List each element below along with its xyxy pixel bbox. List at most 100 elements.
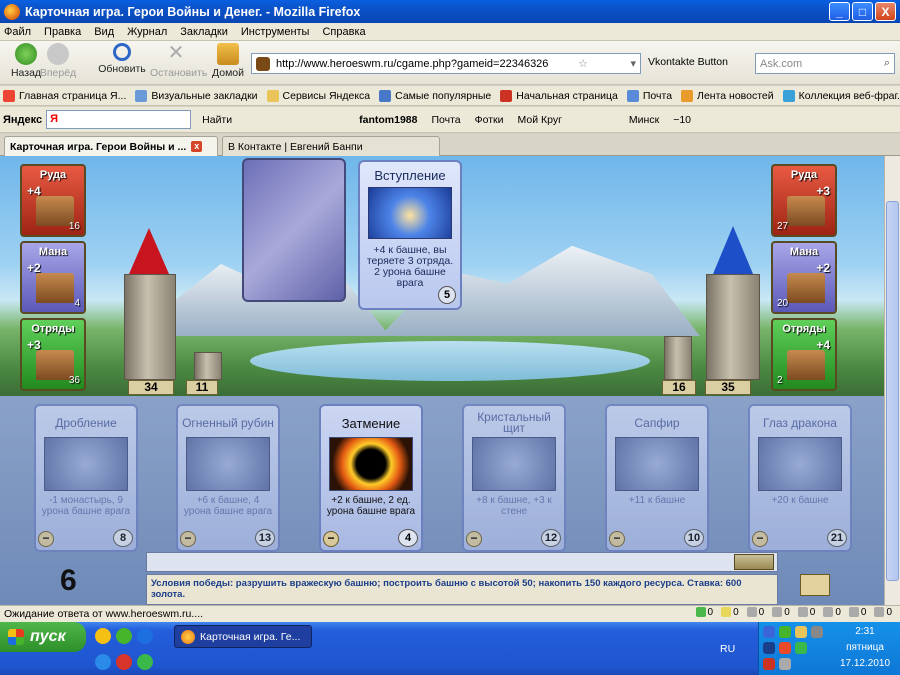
- yandex-city[interactable]: Минск: [629, 114, 659, 126]
- tab-close-icon[interactable]: x: [191, 141, 203, 152]
- tab-card-game[interactable]: Карточная игра. Герои Войны и ... x: [4, 136, 218, 156]
- clock-date: 17.12.2010: [839, 658, 891, 669]
- hand-card-5[interactable]: Сапфир +11 к башне −10: [605, 404, 709, 552]
- card-art: [186, 437, 270, 491]
- bookmark-popular[interactable]: Самые популярные: [379, 89, 491, 102]
- right-resource-troops: Отряды +4 2: [771, 318, 837, 391]
- search-icon[interactable]: ⌕: [884, 57, 890, 70]
- bookmark-news[interactable]: Лента новостей: [681, 89, 774, 102]
- discard-button[interactable]: −: [466, 531, 482, 547]
- yandex-mykrug[interactable]: Мой Круг: [518, 114, 562, 126]
- home-button[interactable]: Домой: [202, 43, 254, 79]
- yandex-temp[interactable]: −10: [673, 114, 691, 126]
- bookmark-webslices[interactable]: Коллекция веб-фраг...: [782, 89, 900, 102]
- right-tower-height: 35: [705, 380, 751, 395]
- bookmark-services[interactable]: Сервисы Яндекса: [266, 89, 370, 102]
- hand-card-4[interactable]: Кристальный щит +8 к башне, +3 к стене −…: [462, 404, 566, 552]
- addon-counter-1[interactable]: 0: [695, 607, 713, 618]
- search-input[interactable]: Ask.com ⌕: [755, 53, 895, 74]
- quicklaunch-icon[interactable]: [137, 654, 153, 670]
- monastery-icon: [787, 273, 825, 303]
- menu-bookmarks[interactable]: Закладки: [180, 26, 228, 38]
- yandex-find-button[interactable]: Найти: [202, 114, 232, 126]
- menu-view[interactable]: Вид: [94, 26, 114, 38]
- yandex-mail[interactable]: Почта: [431, 114, 460, 126]
- bookmark-visual[interactable]: Визуальные закладки: [135, 89, 258, 102]
- card-cost: 21: [827, 529, 847, 547]
- card-cost: 12: [541, 529, 561, 547]
- left-tower-height: 34: [128, 380, 174, 395]
- taskbar-item-firefox[interactable]: Карточная игра. Ге...: [174, 625, 312, 648]
- discard-button[interactable]: −: [609, 531, 625, 547]
- play-arrow-icon[interactable]: [734, 554, 774, 570]
- page-scrollbar[interactable]: [884, 156, 900, 605]
- hand-card-2[interactable]: Огненный рубин +6 к башне, 4 урона башне…: [176, 404, 280, 552]
- close-button[interactable]: X: [875, 2, 896, 21]
- addon-counter-3[interactable]: 0: [746, 607, 764, 618]
- played-card-title: Вступление: [374, 168, 446, 183]
- tray-icon: [763, 642, 775, 654]
- exit-button[interactable]: [800, 574, 830, 596]
- barracks-icon: [787, 350, 825, 380]
- right-tower: [706, 274, 760, 380]
- discard-button[interactable]: −: [38, 531, 54, 547]
- bookmark-mail[interactable]: Почта: [626, 89, 672, 102]
- game-board: 34 11 16 35 Вступление +4 к башне, вы те…: [0, 156, 884, 605]
- maximize-button[interactable]: □: [852, 2, 873, 21]
- minimize-button[interactable]: _: [829, 2, 850, 21]
- tray-icon: [779, 658, 791, 670]
- yandex-toolbar: Яндекс Я Найти fantom1988 Почта Фотки Мо…: [0, 107, 900, 133]
- quicklaunch-icon[interactable]: [137, 628, 153, 644]
- menu-help[interactable]: Справка: [322, 26, 365, 38]
- address-bar[interactable]: http://www.heroeswm.ru/cgame.php?gameid=…: [251, 53, 641, 74]
- quicklaunch-icon[interactable]: [116, 654, 132, 670]
- addon-counter-8[interactable]: 0: [874, 607, 892, 618]
- bookmark-yandex-home[interactable]: Главная страница Я...: [3, 89, 126, 102]
- right-tower-roof: [713, 226, 753, 274]
- discard-button[interactable]: −: [180, 531, 196, 547]
- menu-file[interactable]: Файл: [4, 26, 31, 38]
- yandex-photos[interactable]: Фотки: [475, 114, 504, 126]
- victory-conditions: Условия победы: разрушить вражескую башн…: [146, 574, 778, 605]
- card-cost: 13: [255, 529, 275, 547]
- addon-counter-7[interactable]: 0: [848, 607, 866, 618]
- quicklaunch-icon[interactable]: [116, 628, 132, 644]
- discard-button[interactable]: −: [323, 531, 339, 547]
- yandex-user[interactable]: fantom1988: [359, 114, 417, 126]
- refresh-icon: [113, 43, 131, 61]
- menu-edit[interactable]: Правка: [44, 26, 81, 38]
- tab-vkontakte[interactable]: В Контакте | Евгений Банпи: [222, 136, 440, 156]
- vkontakte-button[interactable]: Vkontakte Button: [648, 56, 728, 68]
- hand-card-6[interactable]: Глаз дракона +20 к башне −21: [748, 404, 852, 552]
- dropdown-arrow-icon[interactable]: ▾: [630, 57, 636, 70]
- card-deck[interactable]: [242, 158, 346, 302]
- start-button[interactable]: пуск: [0, 622, 86, 652]
- hand-card-1[interactable]: Дробление -1 монастырь, 9 урона башне вр…: [34, 404, 138, 552]
- played-card-art: [368, 187, 452, 239]
- mine-icon: [787, 196, 825, 226]
- card-art: [615, 437, 699, 491]
- clock-day: пятница: [846, 642, 884, 653]
- addon-counter-2[interactable]: 0: [721, 607, 739, 618]
- discard-button[interactable]: −: [752, 531, 768, 547]
- addon-counter-6[interactable]: 0: [823, 607, 841, 618]
- ie-icon[interactable]: [95, 654, 111, 670]
- quicklaunch-icon[interactable]: [95, 628, 111, 644]
- addon-counter-5[interactable]: 0: [797, 607, 815, 618]
- bookmark-start-page[interactable]: Начальная страница: [500, 89, 618, 102]
- card-cost: 10: [684, 529, 704, 547]
- yandex-search-input[interactable]: Я: [46, 110, 192, 129]
- menu-history[interactable]: Журнал: [127, 26, 167, 38]
- addon-counter-4[interactable]: 0: [772, 607, 790, 618]
- language-indicator[interactable]: RU: [720, 643, 735, 655]
- menu-tools[interactable]: Инструменты: [241, 26, 310, 38]
- hand-card-3[interactable]: Затмение +2 к башне, 2 ед. урона башне в…: [319, 404, 423, 552]
- forward-button[interactable]: Вперёд: [32, 43, 84, 79]
- star-icon[interactable]: ☆: [578, 57, 588, 70]
- home-icon: [217, 43, 239, 65]
- url-text: http://www.heroeswm.ru/cgame.php?gameid=…: [276, 57, 549, 70]
- refresh-button[interactable]: Обновить: [96, 43, 148, 75]
- stop-button[interactable]: ✕ Остановить: [150, 42, 207, 79]
- stop-icon: ✕: [167, 42, 185, 64]
- menu-bar: Файл Правка Вид Журнал Закладки Инструме…: [0, 23, 900, 41]
